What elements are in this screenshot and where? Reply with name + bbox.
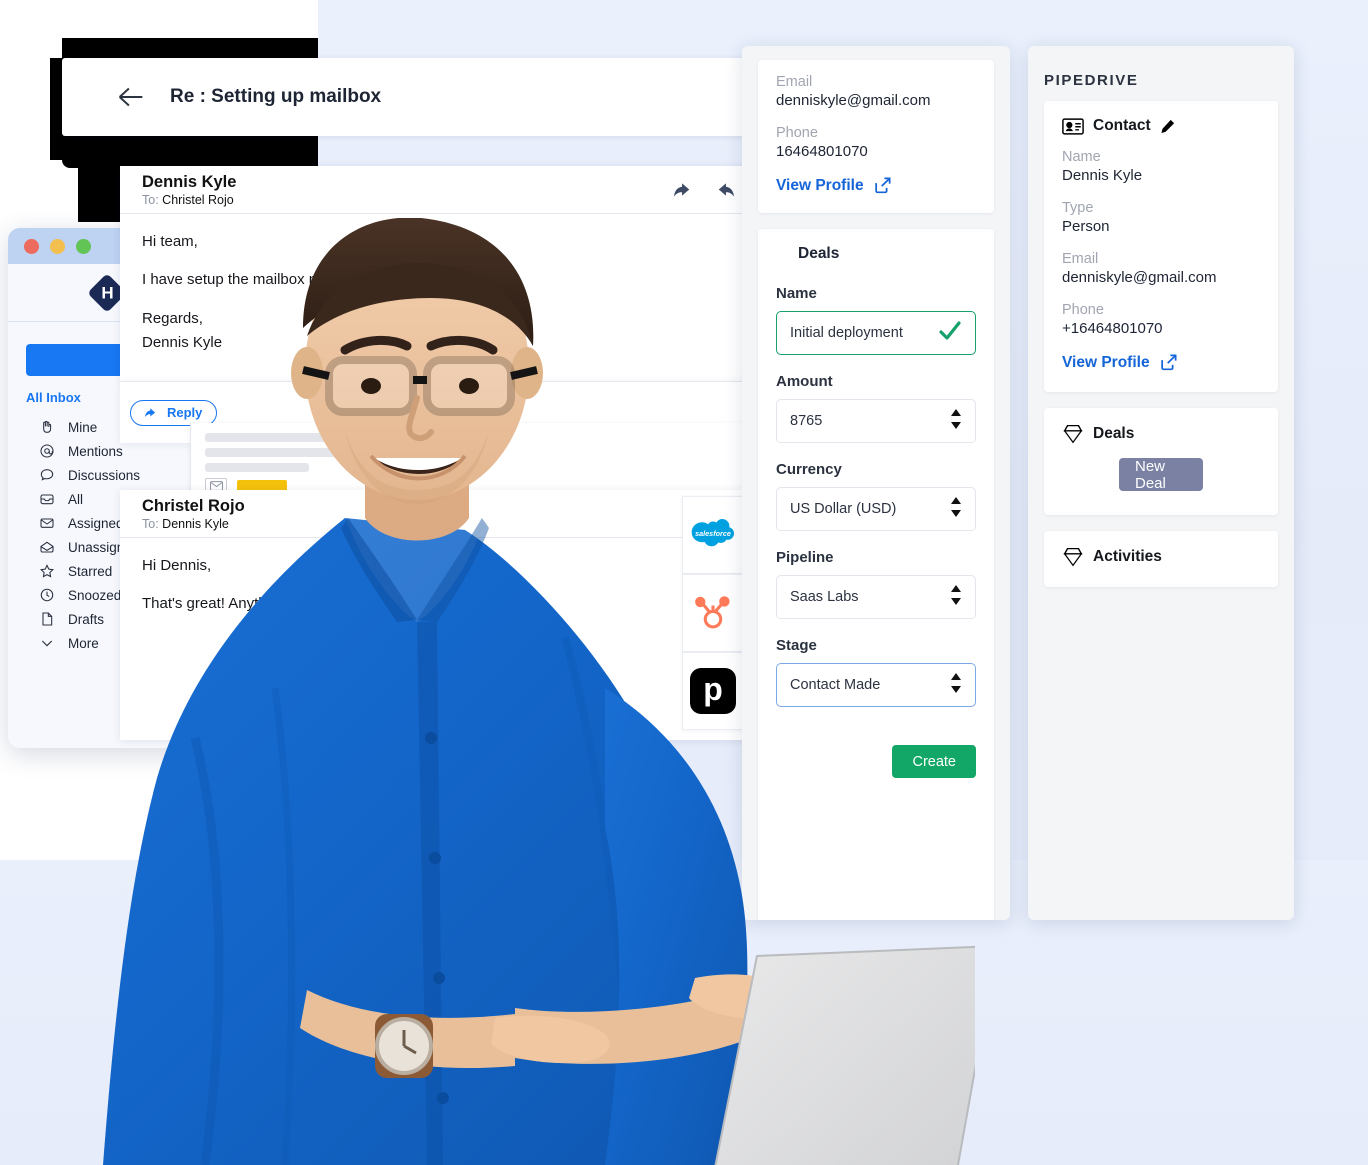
message-recipient: To: Christel Rojo <box>142 193 236 207</box>
reply-icon[interactable] <box>674 181 696 204</box>
contact-section-title: Contact <box>1093 117 1151 134</box>
name-label: Name <box>1062 149 1101 165</box>
message-header: Dennis Kyle To: Christel Rojo <box>120 166 752 214</box>
type-value: Person <box>1062 218 1110 235</box>
phone-label: Phone <box>1062 302 1104 318</box>
phone-label: Phone <box>776 125 818 141</box>
phone-value: 16464801070 <box>776 143 868 160</box>
external-link-icon <box>1160 354 1177 371</box>
contact-section-header: Contact <box>1062 117 1260 135</box>
deals-section-header: Deals <box>1062 424 1260 444</box>
pipedrive-panel: PIPEDRIVE Contact Name Dennis Kyle Type … <box>1028 46 1294 920</box>
diamond-icon <box>1062 547 1084 567</box>
pipedrive-deals-card: Deals New Deal <box>1044 408 1278 515</box>
contact-card-icon <box>1062 117 1084 135</box>
pipedrive-activities-card: Activities <box>1044 531 1278 587</box>
view-profile-label: View Profile <box>1062 353 1150 371</box>
person-photo <box>45 218 975 1165</box>
forward-icon[interactable] <box>712 181 734 204</box>
type-label: Type <box>1062 200 1094 216</box>
deals-section-title: Deals <box>1093 425 1135 442</box>
view-profile-link[interactable]: View Profile <box>776 176 892 195</box>
external-link-icon <box>874 177 891 194</box>
name-value: Dennis Kyle <box>1062 167 1143 184</box>
diamond-icon <box>1062 424 1084 444</box>
window-close-dot[interactable] <box>24 238 39 254</box>
activities-section-header: Activities <box>1062 547 1260 567</box>
phone-value: +16464801070 <box>1062 320 1163 337</box>
new-deal-button[interactable]: New Deal <box>1119 458 1203 492</box>
activities-section-title: Activities <box>1093 548 1162 565</box>
mask-artifact-4 <box>78 160 122 222</box>
page-title: Re : Setting up mailbox <box>170 86 382 107</box>
view-profile-link[interactable]: View Profile <box>1062 353 1178 372</box>
arrow-left-icon[interactable] <box>114 80 148 114</box>
email-label: Email <box>1062 251 1099 267</box>
email-value: denniskyle@gmail.com <box>776 92 931 109</box>
contact-summary-card: Email denniskyle@gmail.com Phone 1646480… <box>758 60 994 213</box>
message-sender: Dennis Kyle <box>142 173 237 191</box>
to-label: To: <box>142 192 159 207</box>
view-profile-label: View Profile <box>776 176 864 194</box>
thread-header: Re : Setting up mailbox <box>62 58 752 136</box>
pipedrive-contact-card: Contact Name Dennis Kyle Type Person Ema… <box>1044 101 1278 392</box>
email-value: denniskyle@gmail.com <box>1062 269 1217 286</box>
message-actions <box>674 173 734 204</box>
screenshot-root: H Helpwise COMPOSE All Inbox Mine Mentio… <box>0 0 1368 1165</box>
pipedrive-panel-title: PIPEDRIVE <box>1044 72 1139 89</box>
pencil-icon[interactable] <box>1160 119 1175 134</box>
to-value: Christel Rojo <box>162 192 234 207</box>
email-label: Email <box>776 74 813 90</box>
